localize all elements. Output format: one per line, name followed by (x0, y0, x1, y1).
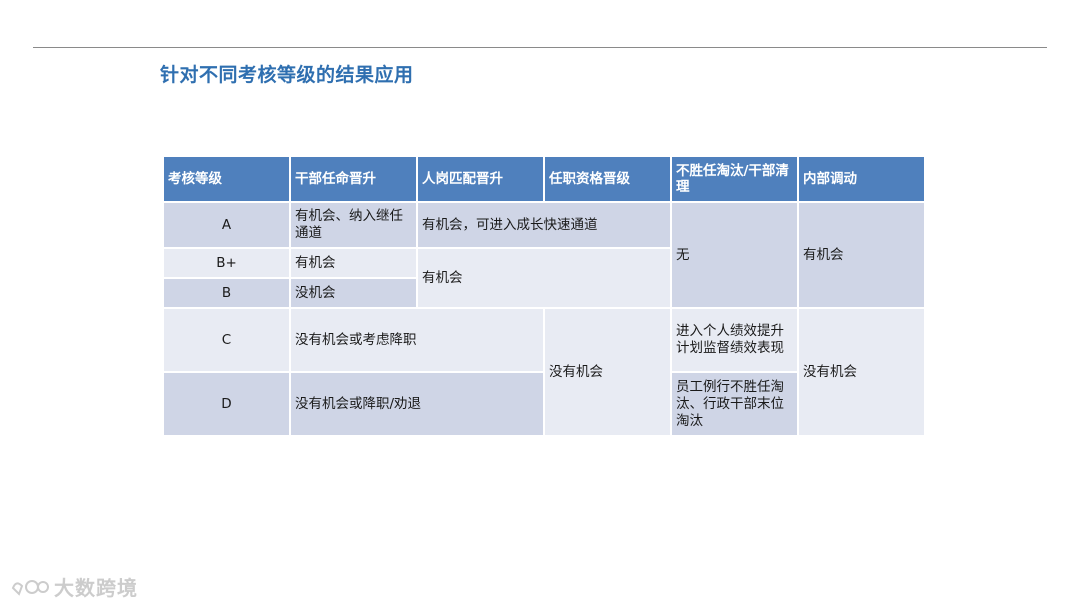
table-cell: 有机会 (418, 249, 670, 307)
table-cell: 无 (672, 203, 797, 307)
table-header-row: 考核等级 干部任命晋升 人岗匹配晋升 任职资格晋级 不胜任淘汰/干部清理 内部调… (164, 157, 924, 201)
header-match-promotion: 人岗匹配晋升 (418, 157, 543, 201)
top-rule (33, 47, 1047, 48)
table-cell: 没机会 (291, 279, 416, 307)
table-row: C 没有机会或考虑降职 没有机会 进入个人绩效提升计划监督绩效表现 没有机会 (164, 309, 924, 435)
page-title: 针对不同考核等级的结果应用 (160, 64, 414, 86)
table-cell: 没有机会 (799, 309, 924, 435)
header-qualification: 任职资格晋级 (545, 157, 670, 201)
watermark-logo-icon (10, 576, 50, 598)
table-cell: 有机会，可进入成长快速通道 (418, 203, 670, 247)
grade-cell: B+ (164, 249, 289, 277)
grade-cell: A (164, 203, 289, 247)
table-row: A 有机会、纳入继任通道 有机会，可进入成长快速通道 无 有机会 (164, 203, 924, 307)
watermark-text: 大数跨境 (54, 576, 138, 600)
header-transfer: 内部调动 (799, 157, 924, 201)
table-cell: 没有机会 (545, 309, 670, 435)
grade-application-table: 考核等级 干部任命晋升 人岗匹配晋升 任职资格晋级 不胜任淘汰/干部清理 内部调… (162, 155, 926, 437)
grade-cell: C (164, 309, 289, 371)
header-cadre-promotion: 干部任命晋升 (291, 157, 416, 201)
table-cell: 员工例行不胜任淘汰、行政干部末位淘汰 (672, 373, 797, 435)
watermark: 大数跨境 (10, 572, 138, 601)
table-cell: 有机会、纳入继任通道 (291, 203, 416, 247)
header-elimination: 不胜任淘汰/干部清理 (672, 157, 797, 201)
table-cell: 有机会 (799, 203, 924, 307)
table-cell: 没有机会或考虑降职 (291, 309, 543, 371)
grade-cell: D (164, 373, 289, 435)
table-cell: 进入个人绩效提升计划监督绩效表现 (672, 309, 797, 371)
table-cell: 没有机会或降职/劝退 (291, 373, 543, 435)
grade-cell: B (164, 279, 289, 307)
header-grade: 考核等级 (164, 157, 289, 201)
table-cell: 有机会 (291, 249, 416, 277)
